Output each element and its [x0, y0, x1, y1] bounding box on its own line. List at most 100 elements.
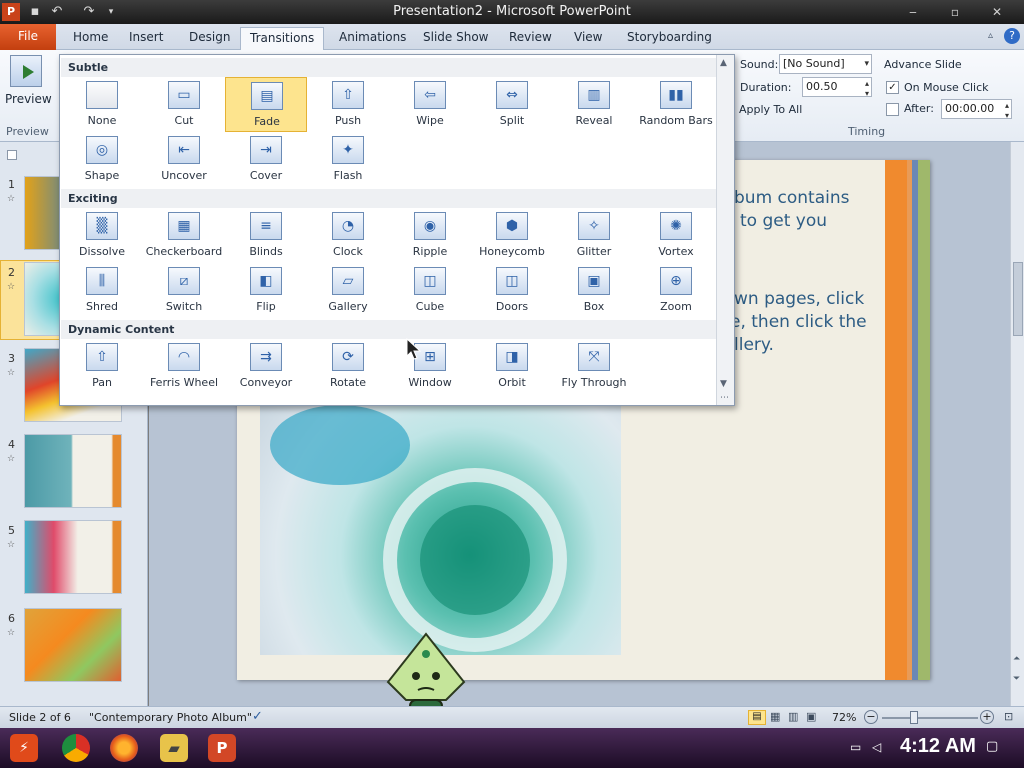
slide-thumbnail-6[interactable] [24, 608, 122, 682]
tab-storyboarding[interactable]: Storyboarding [618, 27, 721, 50]
transition-rotate[interactable]: ⟳ Rotate [307, 339, 389, 394]
transition-shape[interactable]: ◎ Shape [61, 132, 143, 187]
network-icon[interactable]: ▭ [850, 740, 861, 754]
tab-insert[interactable]: Insert [120, 27, 172, 50]
tab-transitions[interactable]: Transitions [240, 27, 325, 50]
tab-animations[interactable]: Animations [330, 27, 415, 50]
maximize-button[interactable]: ▫ [940, 3, 970, 21]
close-button[interactable]: ✕ [982, 3, 1012, 21]
transition-blinds[interactable]: ≡ Blinds [225, 208, 307, 263]
file-explorer-icon[interactable]: ▰ [160, 734, 188, 762]
zoom-level[interactable]: 72% [832, 711, 856, 724]
tab-design[interactable]: Design [180, 27, 239, 50]
minimize-ribbon-icon[interactable]: ▵ [988, 30, 1000, 42]
cube-transition-icon: ◫ [414, 267, 446, 295]
transition-flash[interactable]: ✦ Flash [307, 132, 389, 187]
transition-label: Honeycomb [479, 245, 545, 258]
zoom-in-icon[interactable]: + [980, 710, 994, 724]
transition-shred[interactable]: ⫼ Shred [61, 263, 143, 318]
sound-dropdown[interactable]: [No Sound] ▾ [779, 54, 872, 74]
theme-name[interactable]: "Contemporary Photo Album" [89, 711, 252, 724]
transition-ripple[interactable]: ◉ Ripple [389, 208, 471, 263]
transition-glitter[interactable]: ✧ Glitter [553, 208, 635, 263]
on-mouse-click-checkbox[interactable]: ✓ [886, 81, 899, 94]
slide-photo[interactable] [260, 405, 621, 655]
transition-doors[interactable]: ◫ Doors [471, 263, 553, 318]
transition-uncover[interactable]: ⇤ Uncover [143, 132, 225, 187]
transition-split[interactable]: ⇔ Split [471, 77, 553, 132]
after-checkbox[interactable] [886, 103, 899, 116]
zoom-slider-thumb[interactable] [910, 711, 918, 724]
scroll-up-icon[interactable]: ▲ [720, 58, 727, 68]
gallery-transition-icon: ▱ [332, 267, 364, 295]
transition-cube[interactable]: ◫ Cube [389, 263, 471, 318]
vertical-scrollbar[interactable]: ⏶ ⏷ [1010, 142, 1024, 706]
zoom-slider-track[interactable] [882, 717, 978, 719]
transition-none[interactable]: None [61, 77, 143, 132]
slide-show-icon[interactable]: ▣ [806, 710, 816, 723]
clock[interactable]: 4:12 AM [900, 735, 976, 758]
tab-view[interactable]: View [565, 27, 611, 50]
transition-zoom[interactable]: ⊕ Zoom [635, 263, 717, 318]
transition-window[interactable]: ⊞ Window [389, 339, 471, 394]
minimize-button[interactable]: ‒ [898, 3, 928, 21]
preview-button-label[interactable]: Preview [5, 92, 52, 106]
preview-icon[interactable] [10, 55, 42, 87]
transition-push[interactable]: ⇧ Push [307, 77, 389, 132]
apply-to-all-button[interactable]: Apply To All [739, 103, 802, 116]
transition-ferris-wheel[interactable]: ◠ Ferris Wheel [143, 339, 225, 394]
notification-icon[interactable]: ▢ [986, 739, 998, 754]
gallery-scrollbar[interactable]: ▲ ▼ ⋯ [716, 55, 734, 405]
transition-conveyor[interactable]: ⇉ Conveyor [225, 339, 307, 394]
transition-fly-through[interactable]: ⤧ Fly Through [553, 339, 635, 394]
transition-pan[interactable]: ⇧ Pan [61, 339, 143, 394]
spin-down-icon[interactable]: ▾ [865, 85, 869, 103]
normal-view-icon[interactable]: ▤ [748, 710, 766, 725]
spin-down-icon[interactable]: ▾ [1005, 107, 1009, 125]
more-icon[interactable]: ⋯ [720, 393, 729, 403]
scroll-down-icon[interactable]: ▼ [720, 379, 727, 389]
firefox-icon[interactable] [110, 734, 138, 762]
previous-slide-icon[interactable]: ⏶ [1013, 654, 1020, 664]
spell-check-icon[interactable]: ✓ [252, 709, 263, 724]
transition-reveal[interactable]: ▥ Reveal [553, 77, 635, 132]
transition-gallery[interactable]: ▱ Gallery [307, 263, 389, 318]
start-menu-icon[interactable]: ⚡ [10, 734, 38, 762]
transition-cover[interactable]: ⇥ Cover [225, 132, 307, 187]
transition-checkerboard[interactable]: ▦ Checkerboard [143, 208, 225, 263]
transition-orbit[interactable]: ◨ Orbit [471, 339, 553, 394]
transition-flip[interactable]: ◧ Flip [225, 263, 307, 318]
reading-view-icon[interactable]: ▥ [788, 710, 798, 723]
slide-sorter-icon[interactable]: ▦ [770, 710, 780, 723]
chrome-icon[interactable] [62, 734, 90, 762]
slide-thumbnail-5[interactable] [24, 520, 122, 594]
blinds-transition-icon: ≡ [250, 212, 282, 240]
slides-tab-icon[interactable] [7, 150, 17, 160]
transition-cut[interactable]: ▭ Cut [143, 77, 225, 132]
slide-thumbnail-4[interactable] [24, 434, 122, 508]
transition-vortex[interactable]: ✺ Vortex [635, 208, 717, 263]
next-slide-icon[interactable]: ⏷ [1013, 674, 1020, 684]
volume-icon[interactable]: ◁ [872, 740, 881, 754]
transition-wipe[interactable]: ⇦ Wipe [389, 77, 471, 132]
transition-fade[interactable]: ▤ Fade [225, 77, 307, 132]
transition-honeycomb[interactable]: ⬢ Honeycomb [471, 208, 553, 263]
transition-clock[interactable]: ◔ Clock [307, 208, 389, 263]
zoom-out-icon[interactable]: − [864, 710, 878, 724]
powerpoint-taskbar-icon[interactable]: P [208, 734, 236, 762]
tab-home[interactable]: Home [64, 27, 117, 50]
file-tab[interactable]: File [0, 24, 56, 50]
transition-dissolve[interactable]: ▒ Dissolve [61, 208, 143, 263]
help-icon[interactable]: ? [1004, 28, 1020, 44]
after-spinner[interactable]: 00:00.00 ▴ ▾ [941, 99, 1012, 120]
fit-to-window-icon[interactable]: ⊡ [1004, 710, 1013, 723]
duration-spinner[interactable]: 00.50 ▴ ▾ [802, 77, 872, 98]
tab-review[interactable]: Review [500, 27, 561, 50]
transition-box[interactable]: ▣ Box [553, 263, 635, 318]
tab-slide-show[interactable]: Slide Show [414, 27, 497, 50]
transition-switch[interactable]: ⧄ Switch [143, 263, 225, 318]
transition-label: Pan [92, 376, 112, 389]
title-bar: P ▪ ↶ ↷ ▾ Presentation2 - Microsoft Powe… [0, 0, 1024, 24]
transition-random-bars[interactable]: ▮▮ Random Bars [635, 77, 717, 132]
scroll-thumb[interactable] [1013, 262, 1023, 336]
